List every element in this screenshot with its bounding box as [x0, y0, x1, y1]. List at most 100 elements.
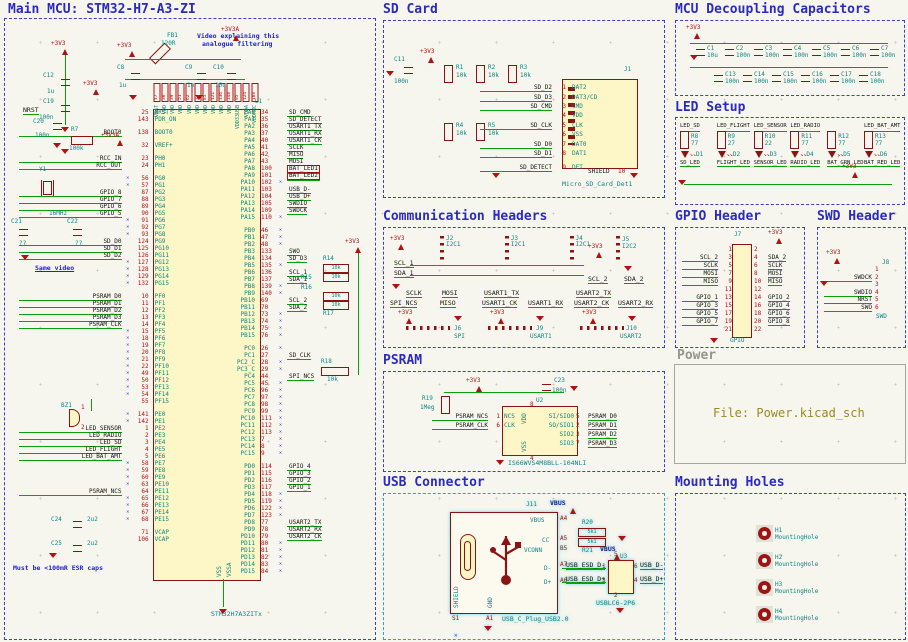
- power-label[interactable]: +3V3: [398, 310, 412, 316]
- net-label[interactable]: USART1_TX: [484, 290, 519, 297]
- power-label[interactable]: +3V3: [117, 43, 131, 49]
- gpio-row[interactable]: MISO 9 10 MISO: [682, 277, 790, 285]
- mcu-pin-row[interactable]: PSRAM_D3 13 PF3: [19, 314, 201, 321]
- mcu-pin-row[interactable]: PD9 78 USART2_RX: [207, 526, 377, 533]
- net-label[interactable]: USART2_TX: [576, 290, 611, 297]
- mcu-pin-row[interactable]: ✕ 22 PF10: [19, 363, 201, 370]
- mcu-pin-row[interactable]: PD7 123 ✕: [207, 512, 377, 519]
- mcu-pin-row[interactable]: PB14 75 ✕: [207, 325, 377, 332]
- i2c-header[interactable]: J3I2C1: [505, 236, 525, 264]
- led-channels[interactable]: LED_SD R877 D1 SD_LED LED_FLIGHT R927 D2…: [680, 123, 900, 166]
- mcu-pin-row[interactable]: LED_BAT_AMT 5 PE6: [19, 453, 201, 460]
- resistor-icon[interactable]: [508, 65, 517, 83]
- section-title-decoupling[interactable]: MCU Decoupling Capacitors: [675, 2, 871, 17]
- mcu-pin-row[interactable]: SD_D1 125 PG10: [19, 245, 201, 252]
- net-label[interactable]: SDA_2: [624, 276, 644, 283]
- sd-pin-row[interactable]: SD_CLK 5 CLK: [480, 121, 620, 130]
- i2c1-headers[interactable]: J2I2C1 J3I2C1 J4I2C1: [440, 236, 590, 264]
- mcu-pin-row[interactable]: ✕ 59 PE8: [19, 467, 201, 474]
- section-title-power[interactable]: Power: [677, 348, 716, 363]
- mcu-pin-row[interactable]: 106 VCAP: [19, 536, 201, 543]
- mcu-pin-row[interactable]: PC2_C 28 ✕: [207, 359, 377, 366]
- psram-pin-row[interactable]: PSRAM_CLK 6 CLK: [432, 421, 515, 430]
- capacitor-icon[interactable]: [73, 229, 82, 236]
- mcu-pin-row[interactable]: PD3 117 GPIO_1: [207, 484, 377, 491]
- net-label[interactable]: SCL_2: [588, 276, 608, 283]
- mcu-pin-row[interactable]: PD5 119 ✕: [207, 498, 377, 505]
- mcu-pin-row[interactable]: PD1 115 GPIO_3: [207, 470, 377, 477]
- mcu-pin-row[interactable]: PB13 74 ✕: [207, 318, 377, 325]
- power-label[interactable]: +3V3: [420, 49, 434, 55]
- resistor-icon[interactable]: [321, 367, 349, 376]
- resistor-icon[interactable]: 10k: [323, 264, 349, 273]
- mcu-pin-row[interactable]: PD6 122 ✕: [207, 505, 377, 512]
- mcu-pin-row[interactable]: ✕ 19 PF7: [19, 342, 201, 349]
- mcu-pin-row[interactable]: PC0 26 ✕: [207, 345, 377, 352]
- gpio-row[interactable]: MOSI 7 8 MOSI: [682, 269, 790, 277]
- capacitor-icon[interactable]: [61, 105, 70, 112]
- mcu-pin-row[interactable]: PA1 35 SD_DETECT: [207, 116, 377, 123]
- psram-left-pins[interactable]: PSRAM_NCS 1 NCS PSRAM_CLK 6 CLK: [432, 412, 515, 430]
- net-label[interactable]: USART2_CK: [574, 300, 609, 307]
- psram-part-number[interactable]: IS66WVS4M8BLL-104NLI: [508, 460, 586, 467]
- mcu-pin-row[interactable]: PB11 70 SDA_2: [207, 304, 377, 311]
- mcu-pin-row[interactable]: RCC_OUT 24 PH1: [19, 162, 201, 169]
- power-label[interactable]: +3V3: [345, 239, 359, 245]
- psram-pin-row[interactable]: SIO2 3 PSRAM_D2: [530, 430, 617, 439]
- section-title-sd-card[interactable]: SD Card: [383, 2, 438, 17]
- net-label[interactable]: USB_ESD_D-: [566, 562, 605, 569]
- section-title-gpio[interactable]: GPIO Header: [675, 209, 761, 224]
- capacitor-icon[interactable]: [197, 73, 206, 80]
- power-label[interactable]: +3V3: [768, 230, 782, 236]
- section-title-mounting[interactable]: Mounting Holes: [675, 475, 785, 490]
- gpio-rows[interactable]: 1 2 SCL_2 3 4 SDA_2 SCLK 5 6 SCLK MOSI 7…: [682, 245, 790, 334]
- capacitor-icon[interactable]: [131, 73, 140, 80]
- capacitor[interactable]: C18100n: [859, 71, 888, 85]
- mcu-pin-row[interactable]: PD10 79 USART2_CK: [207, 533, 377, 540]
- mcu-pin-row[interactable]: LED_SENSOR 1 PE2: [19, 425, 201, 432]
- sd-pin-row[interactable]: 6 VSS: [480, 130, 620, 139]
- section-psram[interactable]: +3V3 R19 1Meg C23 100n U2 8 VDD PSRAM_NC…: [383, 371, 665, 472]
- mcu-pin-row[interactable]: PB10 69 SCL_2: [207, 297, 377, 304]
- net-label[interactable]: USART1_CK: [482, 300, 517, 307]
- section-title-main-mcu[interactable]: Main MCU: STM32-H7-A3-ZI: [8, 2, 196, 17]
- mcu-pin-row[interactable]: ✕ 21 PF9: [19, 356, 201, 363]
- gpio-row[interactable]: SCL_2 3 4 SDA_2: [682, 253, 790, 261]
- led-channel[interactable]: LED_SD R877 D1 SD_LED: [680, 123, 716, 166]
- note-link[interactable]: Same video: [35, 265, 74, 272]
- mcu-pin-row[interactable]: PC14 8 ✕: [207, 443, 377, 450]
- mcu-pin-row[interactable]: ✕ 58 PE7: [19, 460, 201, 467]
- capacitor[interactable]: C2100n: [725, 45, 754, 59]
- section-usb[interactable]: J11 VBUS VBUS A4 CC A5 VCONN B5 D- A7 D+…: [383, 493, 665, 640]
- capacitor[interactable]: C16100n: [801, 71, 830, 85]
- i2c-header[interactable]: J4I2C1: [570, 236, 590, 264]
- mcu-pin-row[interactable]: PA14 109 SWDCK: [207, 207, 377, 214]
- decoupling-row1[interactable]: C110u C2100n C3100n C4100n C5100n C6100n…: [696, 45, 899, 59]
- capacitor[interactable]: C5100n: [812, 45, 841, 59]
- mcu-pin-row[interactable]: PC3_C 29 ✕: [207, 366, 377, 373]
- mcu-pin-row[interactable]: PC1 27 SD_CLK: [207, 352, 377, 359]
- sd-pin-row[interactable]: SD_D1 8 DAT1: [480, 149, 620, 158]
- mcu-pin-row[interactable]: ✕ 60 PE9: [19, 474, 201, 481]
- mcu-pin-row[interactable]: PA12 104 USB_D+: [207, 193, 377, 200]
- mcu-pin-row[interactable]: PA3 37 USART1_RX: [207, 130, 377, 137]
- mcu-pin-row[interactable]: 55 PF15: [19, 398, 201, 405]
- mcu-pin-row[interactable]: SD_D2 126 PG11: [19, 252, 201, 259]
- power-label[interactable]: +3V3: [390, 236, 404, 242]
- mcu-pin-row[interactable]: PB8 139 ✕: [207, 283, 377, 290]
- power-sheet[interactable]: File: Power.kicad_sch: [674, 364, 906, 464]
- capacitor[interactable]: C7100n: [870, 45, 899, 59]
- i2c-header[interactable]: J2I2C1: [440, 236, 460, 264]
- mcu-pin-row[interactable]: PSRAM_D1 11 PF1: [19, 300, 201, 307]
- mcu-pin-row[interactable]: ✕ 15 PF5: [19, 328, 201, 335]
- swd-refdes[interactable]: J8: [882, 260, 889, 266]
- capacitor[interactable]: C14100n: [743, 71, 772, 85]
- mcu-pin-row[interactable]: PB3 133 SWO: [207, 248, 377, 255]
- section-gpio-header[interactable]: J7 +3V3 1 2 SCL_2 3 4 SDA_2 SCLK 5 6 SCL…: [675, 227, 805, 348]
- net-label-vbus[interactable]: VBUS: [550, 500, 566, 507]
- section-swd-header[interactable]: +3V3 J8 1 SWDCK 2 3 SWDIO 4 NRST 5 SWO 6…: [817, 227, 906, 348]
- mcu-pin-row[interactable]: ✕ 66 PE13: [19, 502, 201, 509]
- mcu-pin-row[interactable]: PC11 112 ✕: [207, 422, 377, 429]
- mcu-pin-row[interactable]: ✕ 63 PE10: [19, 481, 201, 488]
- mcu-pin-row[interactable]: GPIO_5 90 PG5: [19, 210, 201, 217]
